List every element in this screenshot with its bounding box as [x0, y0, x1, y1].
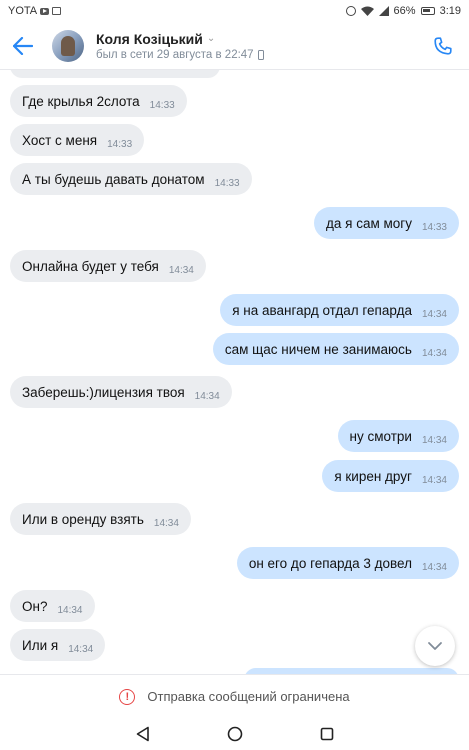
message-text: Или в оренду взять	[22, 511, 144, 527]
clock: 3:19	[439, 5, 461, 17]
battery-percent: 66%	[393, 5, 416, 17]
nav-back-button[interactable]	[131, 722, 155, 746]
message-time: 14:34	[421, 308, 447, 320]
message-list[interactable]: Где крылья 2слота 14:33 Хост с меня 14:3…	[0, 70, 469, 674]
back-button[interactable]	[0, 23, 46, 69]
wifi-icon	[360, 6, 374, 16]
message-bubble-outgoing[interactable]: я кирен друг 14:34	[322, 460, 459, 492]
message-bubble-outgoing[interactable]: сам щас ничем не занимаюсь 14:34	[212, 333, 459, 365]
message-bubble-outgoing[interactable]: он его до гепарда 3 довел 14:34	[236, 547, 459, 579]
alarm-icon	[345, 6, 356, 16]
message-text: А ты будешь давать донатом	[22, 171, 205, 187]
chat-screen: YOTA 66% 3:19 Коля Козіцький ⌄ был в сет…	[0, 0, 469, 750]
message-time: 14:34	[194, 390, 220, 402]
signal-icon	[378, 6, 389, 16]
square-recents-icon	[320, 727, 333, 741]
message-text: ну смотри	[349, 428, 412, 444]
contact-name: Коля Козіцький	[96, 30, 203, 47]
back-arrow-icon	[13, 36, 33, 55]
mobile-device-icon	[257, 49, 264, 60]
warning-icon: !	[119, 688, 136, 705]
image-icon	[52, 7, 62, 15]
message-time: 14:33	[214, 177, 240, 189]
message-time: 14:34	[421, 434, 447, 446]
message-time: 14:34	[153, 517, 179, 529]
message-time: 14:34	[421, 561, 447, 573]
status-bar: YOTA 66% 3:19	[0, 0, 469, 22]
message-bubble-outgoing[interactable]: я на авангард отдал гепарда 14:34	[220, 294, 459, 326]
message-bubble-incoming[interactable]: Он? 14:34	[10, 590, 95, 622]
triangle-back-icon	[136, 726, 149, 742]
avatar[interactable]	[52, 29, 84, 62]
message-time: 14:33	[149, 99, 175, 111]
message-bubble-incoming[interactable]: Хост с меня 14:33	[10, 124, 145, 156]
message-text: да я сам могу	[326, 215, 412, 231]
message-time: 14:34	[421, 474, 447, 486]
nav-home-button[interactable]	[223, 722, 247, 746]
restricted-text: Отправка сообщений ограничена	[147, 689, 350, 704]
message-bubble-incoming[interactable]: Заберешь:)лицензия твоя 14:34	[10, 376, 232, 408]
carrier-label: YOTA	[8, 5, 38, 17]
message-bubble-outgoing[interactable]: да я сам могу 14:33	[314, 207, 459, 239]
message-text: Онлайна будет у тебя	[22, 258, 159, 274]
message-bubble-incoming[interactable]: Или я 14:34	[10, 629, 106, 661]
message-text: Или я	[22, 637, 59, 653]
nav-recents-button[interactable]	[315, 722, 339, 746]
message-text: Заберешь:)лицензия твоя	[22, 384, 185, 400]
message-time: 14:33	[107, 138, 133, 150]
message-text: он его до гепарда 3 довел	[248, 555, 412, 571]
call-button[interactable]	[423, 26, 463, 66]
chat-header: Коля Козіцький ⌄ был в сети 29 августа в…	[0, 22, 469, 70]
youtube-icon	[40, 7, 50, 15]
message-text: Хост с меня	[22, 132, 98, 148]
message-text: я на авангард отдал гепарда	[232, 302, 412, 318]
partial-message-bubble	[10, 70, 220, 78]
messaging-restricted-banner: ! Отправка сообщений ограничена	[0, 674, 469, 718]
system-nav-bar	[0, 718, 469, 750]
message-text: сам щас ничем не занимаюсь	[224, 341, 412, 357]
message-time: 14:34	[168, 264, 194, 276]
message-text: Он?	[22, 598, 48, 614]
message-time: 14:33	[421, 221, 447, 233]
last-seen-status: был в сети 29 августа в 22:47	[96, 48, 254, 61]
message-time: 14:34	[57, 604, 83, 616]
message-bubble-incoming[interactable]: Онлайна будет у тебя 14:34	[10, 250, 206, 282]
scroll-to-bottom-button[interactable]	[415, 626, 455, 666]
contact-info[interactable]: Коля Козіцький ⌄ был в сети 29 августа в…	[96, 31, 264, 61]
message-bubble-incoming[interactable]: Где крылья 2слота 14:33	[10, 85, 187, 117]
message-text: Где крылья 2слота	[22, 93, 140, 109]
message-time: 14:34	[421, 347, 447, 359]
battery-icon	[420, 7, 435, 15]
chevron-down-icon	[428, 642, 442, 650]
message-bubble-incoming[interactable]: Или в оренду взять 14:34	[10, 503, 191, 535]
message-time: 14:34	[68, 643, 94, 655]
chevron-down-icon: ⌄	[206, 33, 216, 44]
message-text: я кирен друг	[334, 468, 412, 484]
message-bubble-outgoing[interactable]: ну смотри 14:34	[337, 420, 459, 452]
phone-icon	[434, 36, 452, 55]
message-bubble-incoming[interactable]: А ты будешь давать донатом 14:33	[10, 163, 252, 195]
circle-home-icon	[227, 726, 242, 742]
